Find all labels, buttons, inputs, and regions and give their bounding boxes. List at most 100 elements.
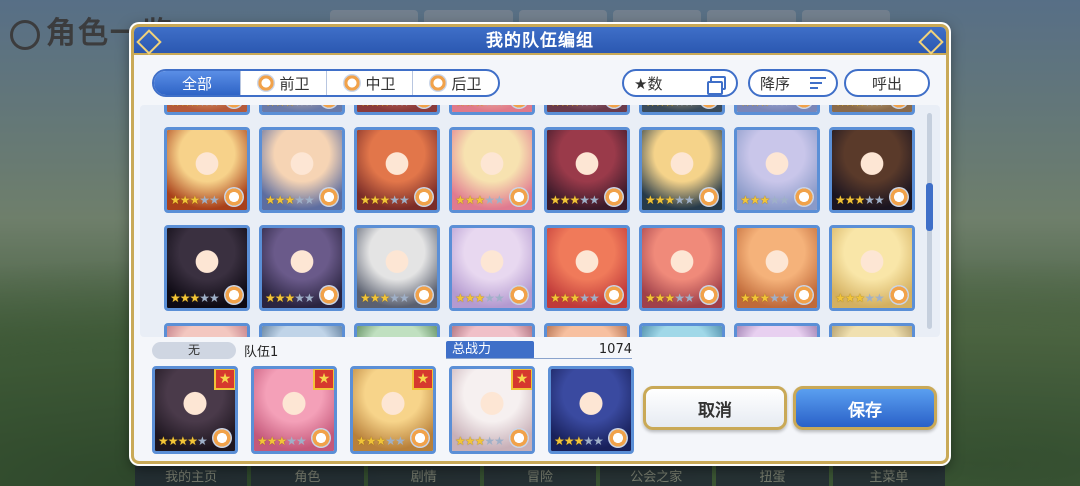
sort-descending-icon — [810, 77, 826, 89]
tab-midguard[interactable]: 中卫 — [326, 71, 412, 95]
star-rating: ★★★★★ — [740, 193, 790, 207]
star-rating: ★★★★★ — [360, 193, 410, 207]
position-icon — [343, 74, 362, 92]
star-rating: ★★★★★ — [554, 434, 604, 448]
character-card[interactable]: ★★★★★ — [544, 323, 630, 337]
star-rating: ★★★★★ — [455, 434, 505, 448]
tab-all[interactable]: 全部 — [154, 71, 240, 95]
position-icon — [608, 428, 628, 448]
star-rating: ★★★★★ — [170, 291, 220, 305]
tab-label: 前卫 — [279, 74, 310, 93]
star-rating: ★★★★★ — [356, 434, 406, 448]
party-info: 无 队伍1 — [152, 341, 279, 360]
position-icon — [224, 285, 244, 305]
stack-icon — [707, 76, 726, 95]
star-rating: ★★★★★ — [740, 105, 790, 109]
leader-star-icon: ★ — [412, 369, 433, 390]
leader-star-icon: ★ — [214, 369, 235, 390]
character-card[interactable]: ★★★★★ — [734, 105, 820, 115]
character-card[interactable]: ★★★★★ — [164, 323, 250, 337]
character-card[interactable]: ★★★★★ — [734, 225, 820, 311]
party-status-badge: 无 — [152, 341, 236, 359]
character-card[interactable]: ★★★★★ — [164, 105, 250, 115]
star-rating: ★★★★★ — [645, 105, 695, 109]
character-card[interactable]: ★★★★★ — [639, 105, 725, 115]
position-icon — [509, 187, 529, 207]
character-card[interactable]: ★★★★★ — [639, 323, 725, 337]
character-card[interactable]: ★★★★★ — [639, 225, 725, 311]
position-icon — [319, 285, 339, 305]
position-icon — [429, 74, 448, 92]
tab-label: 后卫 — [451, 74, 482, 93]
character-card[interactable]: ★★★★★ — [544, 127, 630, 213]
character-card[interactable]: ★★★★★ — [544, 225, 630, 311]
character-card[interactable]: ★★★★★ — [164, 225, 250, 311]
position-icon — [257, 74, 276, 92]
star-rating: ★★★★★ — [550, 105, 600, 109]
position-icon — [509, 428, 529, 448]
cancel-button[interactable]: 取消 — [643, 386, 787, 430]
character-card[interactable]: ★★★★★ — [829, 105, 915, 115]
character-card[interactable]: ★★★★★ — [734, 127, 820, 213]
party-member-card[interactable]: ★★★★★ ★ — [350, 366, 436, 454]
character-card[interactable]: ★★★★★ — [354, 225, 440, 311]
position-icon — [414, 187, 434, 207]
total-power-value: 1074 — [598, 342, 632, 357]
star-rating: ★★★★★ — [455, 105, 505, 109]
tab-label: 中卫 — [365, 74, 396, 93]
character-portrait — [832, 326, 912, 337]
roster-scrollbar[interactable] — [926, 113, 933, 329]
party-member-card[interactable]: ★★★★★ ★ — [449, 366, 535, 454]
roster-grid: ★★★★★ ★★★★★ ★★★★★ ★★★★★ ★★★★★ ★★★★★ ★★★★★ ★★★★★… — [164, 105, 915, 337]
character-card[interactable]: ★★★★★ — [259, 225, 345, 311]
position-icon — [604, 285, 624, 305]
character-card[interactable]: ★★★★★ — [639, 127, 725, 213]
character-card[interactable]: ★★★★★ — [734, 323, 820, 337]
sort-order-button[interactable]: 降序 — [748, 69, 838, 97]
position-icon — [410, 428, 430, 448]
star-rating: ★★★★★ — [645, 291, 695, 305]
party-member-card[interactable]: ★★★★★ — [548, 366, 634, 454]
position-icon — [224, 187, 244, 207]
star-rating: ★★★★★ — [455, 193, 505, 207]
party-member-card[interactable]: ★★★★★ ★ — [152, 366, 238, 454]
dialog-toolbar: 全部 前卫 中卫 后卫 ★数 降序 呼出 — [152, 69, 930, 97]
sort-by-stars-button[interactable]: ★数 — [622, 69, 738, 97]
character-card[interactable]: ★★★★★ — [449, 225, 535, 311]
star-rating: ★★★★★ — [360, 291, 410, 305]
character-card[interactable]: ★★★★★ — [354, 127, 440, 213]
star-rating: ★★★★★ — [550, 291, 600, 305]
character-card[interactable]: ★★★★★ — [449, 105, 535, 115]
star-rating: ★★★★★ — [265, 291, 315, 305]
character-card[interactable]: ★★★★★ — [164, 127, 250, 213]
character-card[interactable]: ★★★★★ — [829, 323, 915, 337]
position-icon — [889, 187, 909, 207]
position-icon — [794, 285, 814, 305]
character-card[interactable]: ★★★★★ — [259, 127, 345, 213]
sort-order-label: 降序 — [760, 74, 791, 93]
character-card[interactable]: ★★★★★ — [544, 105, 630, 115]
character-card[interactable]: ★★★★★ — [829, 127, 915, 213]
position-icon — [889, 285, 909, 305]
character-card[interactable]: ★★★★★ — [449, 323, 535, 337]
character-card[interactable]: ★★★★★ — [449, 127, 535, 213]
character-card[interactable]: ★★★★★ — [354, 105, 440, 115]
tab-rearguard[interactable]: 后卫 — [412, 71, 498, 95]
character-roster[interactable]: ★★★★★ ★★★★★ ★★★★★ ★★★★★ ★★★★★ ★★★★★ ★★★★★ ★★★★★… — [140, 105, 940, 337]
tab-label: 全部 — [181, 74, 212, 93]
position-icon — [319, 187, 339, 207]
character-card[interactable]: ★★★★★ — [259, 105, 345, 115]
character-card[interactable]: ★★★★★ — [259, 323, 345, 337]
character-card[interactable]: ★★★★★ — [354, 323, 440, 337]
tab-vanguard[interactable]: 前卫 — [240, 71, 326, 95]
call-out-button[interactable]: 呼出 — [844, 69, 930, 97]
save-button[interactable]: 保存 — [793, 386, 937, 430]
party-member-card[interactable]: ★★★★★ ★ — [251, 366, 337, 454]
star-rating: ★★★★★ — [740, 291, 790, 305]
character-card[interactable]: ★★★★★ — [829, 225, 915, 311]
party-name: 队伍1 — [244, 344, 279, 360]
position-icon — [699, 187, 719, 207]
leader-star-icon: ★ — [511, 369, 532, 390]
scrollbar-thumb[interactable] — [926, 183, 933, 231]
position-filter-tabs: 全部 前卫 中卫 后卫 — [152, 69, 500, 97]
